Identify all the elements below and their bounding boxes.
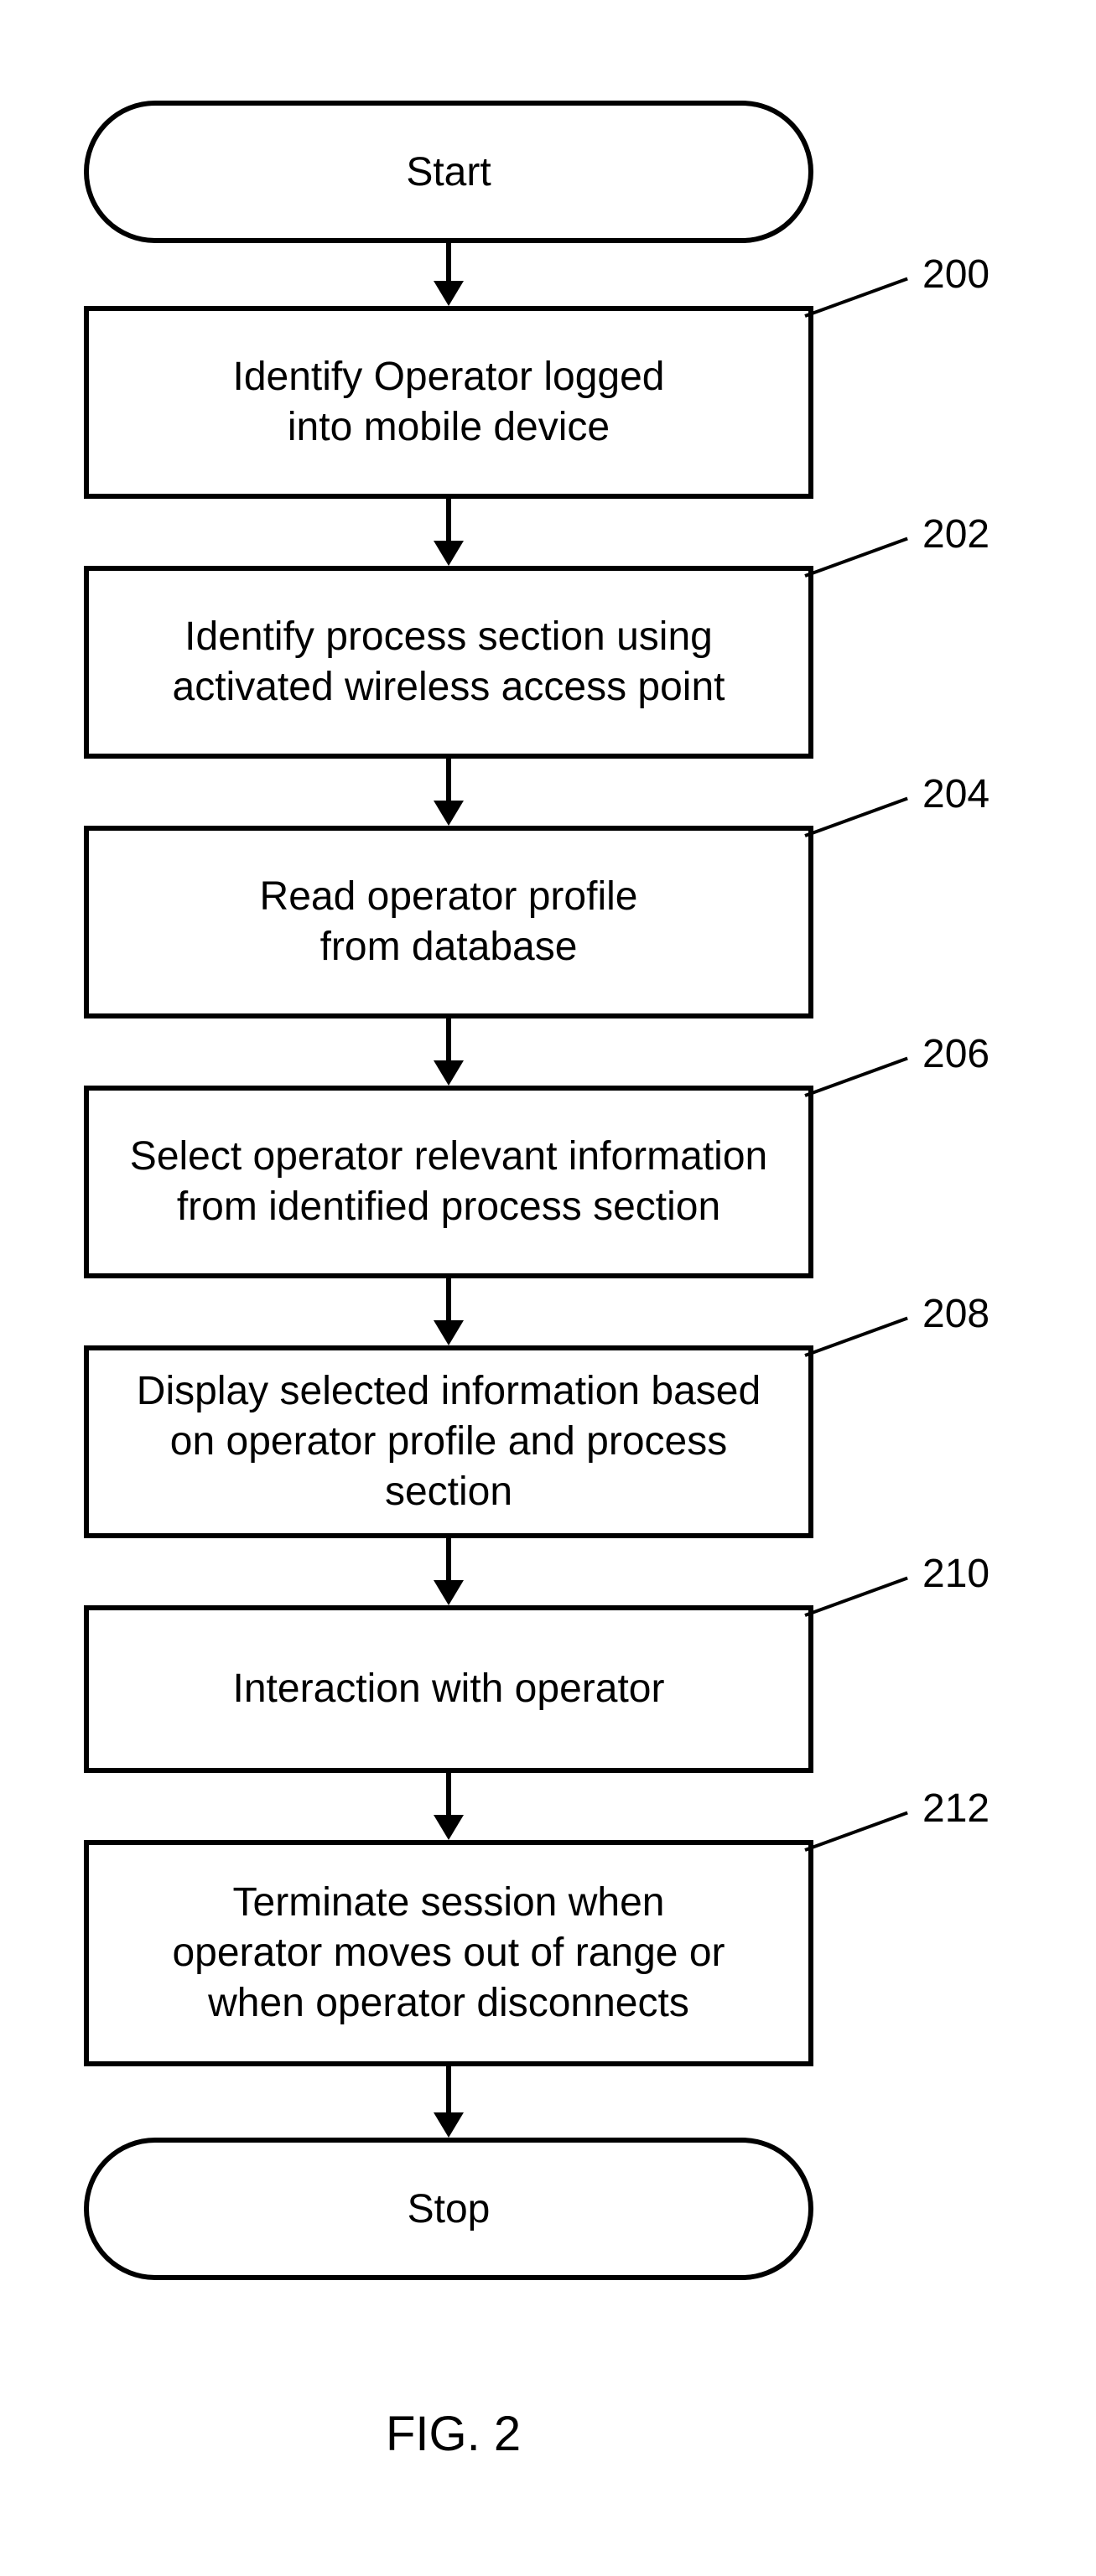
process-text: Select operator relevant information fro… xyxy=(130,1132,767,1232)
ref-label-212: 212 xyxy=(922,1786,990,1832)
arrow xyxy=(446,243,451,285)
arrow xyxy=(446,499,451,545)
process-step-202: Identify process section using activated… xyxy=(84,566,813,759)
ref-leader xyxy=(804,1317,908,1357)
arrow-head xyxy=(434,541,464,566)
arrow xyxy=(446,1773,451,1819)
process-text: Interaction with operator xyxy=(233,1664,665,1714)
arrow-head xyxy=(434,281,464,306)
arrow-head xyxy=(434,1580,464,1605)
process-step-210: Interaction with operator xyxy=(84,1605,813,1773)
ref-label-200: 200 xyxy=(922,251,990,298)
process-step-206: Select operator relevant information fro… xyxy=(84,1086,813,1278)
process-text: Terminate session when operator moves ou… xyxy=(172,1878,725,2029)
ref-label-202: 202 xyxy=(922,511,990,557)
process-step-212: Terminate session when operator moves ou… xyxy=(84,1840,813,2066)
arrow-head xyxy=(434,801,464,826)
figure-caption: FIG. 2 xyxy=(386,2406,521,2462)
ref-leader xyxy=(804,537,908,578)
arrow xyxy=(446,1018,451,1065)
ref-leader xyxy=(804,797,908,837)
process-text: Display selected information based on op… xyxy=(114,1366,783,1517)
stop-node: Stop xyxy=(84,2138,813,2280)
ref-label-208: 208 xyxy=(922,1291,990,1337)
start-node: Start xyxy=(84,101,813,243)
arrow xyxy=(446,759,451,805)
stop-label: Stop xyxy=(408,2186,491,2232)
arrow-head xyxy=(434,1815,464,1840)
ref-label-204: 204 xyxy=(922,771,990,817)
flowchart-canvas: Start Identify Operator logged into mobi… xyxy=(0,0,1096,2576)
process-text: Identify process section using activated… xyxy=(173,612,725,713)
arrow-head xyxy=(434,1320,464,1345)
arrow-head xyxy=(434,1060,464,1086)
arrow xyxy=(446,1278,451,1324)
arrow-head xyxy=(434,2112,464,2138)
process-text: Read operator profile from database xyxy=(260,872,638,972)
ref-leader xyxy=(804,1577,908,1617)
arrow xyxy=(446,1538,451,1584)
process-step-204: Read operator profile from database xyxy=(84,826,813,1018)
process-step-208: Display selected information based on op… xyxy=(84,1345,813,1538)
process-step-200: Identify Operator logged into mobile dev… xyxy=(84,306,813,499)
ref-leader xyxy=(804,277,908,318)
process-text: Identify Operator logged into mobile dev… xyxy=(233,352,665,453)
arrow xyxy=(446,2066,451,2117)
ref-label-206: 206 xyxy=(922,1031,990,1077)
ref-leader xyxy=(804,1057,908,1097)
start-label: Start xyxy=(406,149,491,195)
ref-leader xyxy=(804,1811,908,1852)
ref-label-210: 210 xyxy=(922,1551,990,1597)
